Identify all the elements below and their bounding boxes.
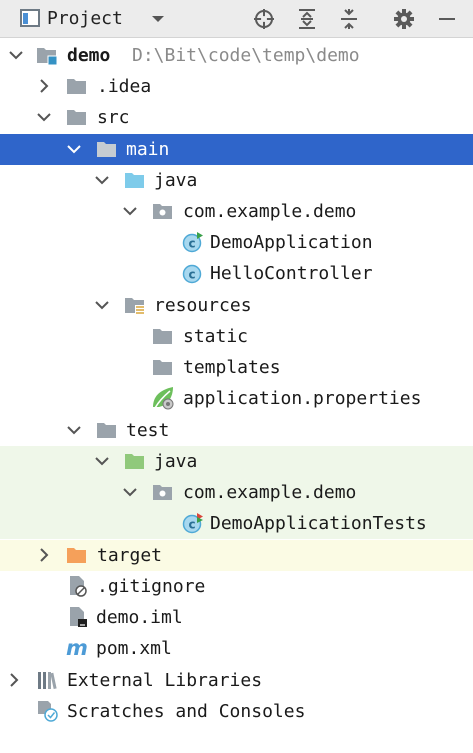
chevron-down-icon[interactable]: [8, 46, 24, 64]
tree-node-main-package[interactable]: com.example.demo: [0, 196, 473, 227]
minimize-icon[interactable]: [436, 0, 458, 38]
svg-text:m: m: [66, 637, 88, 659]
folder-icon: [66, 106, 88, 128]
tree-label: HelloController: [210, 263, 373, 284]
maven-icon: m: [66, 637, 92, 659]
tree-node-static[interactable]: static: [0, 321, 473, 352]
tree-node-scratches-and-consoles[interactable]: Scratches and Consoles: [0, 696, 473, 727]
project-path: D:\Bit\code\temp\demo: [132, 45, 360, 66]
excluded-folder-icon: [66, 544, 88, 566]
chevron-right-icon[interactable]: [36, 77, 52, 95]
tree-node-templates[interactable]: templates: [0, 352, 473, 383]
tree-label: templates: [183, 357, 281, 378]
tree-node-test-java[interactable]: java: [0, 446, 473, 477]
tree-node-main[interactable]: main: [0, 134, 473, 165]
tree-label: application.properties: [183, 388, 422, 409]
resources-folder-icon: [124, 294, 146, 316]
package-icon: [152, 481, 174, 503]
chevron-right-icon[interactable]: [6, 671, 22, 689]
tree-node-gitignore[interactable]: .gitignore: [0, 571, 473, 602]
tree-label: java: [154, 170, 198, 191]
folder-icon: [152, 325, 174, 347]
tree-label: src: [97, 107, 130, 128]
spring-boot-class-icon: c: [182, 231, 204, 253]
tree-node-main-java[interactable]: java: [0, 165, 473, 196]
svg-text:c: c: [188, 237, 195, 251]
tree-label: pom.xml: [96, 638, 172, 659]
tree-node-target[interactable]: target: [0, 540, 473, 571]
libraries-icon: [37, 669, 59, 691]
chevron-down-icon[interactable]: [66, 140, 82, 158]
chevron-down-icon[interactable]: [36, 108, 52, 126]
chevron-down-icon[interactable]: [122, 483, 138, 501]
tree-label: External Libraries: [67, 670, 263, 691]
tree-node-demo-application[interactable]: c DemoApplication: [0, 227, 473, 258]
tree-label: com.example.demo: [183, 482, 357, 503]
tree-node-application-properties[interactable]: application.properties: [0, 383, 473, 414]
tree-label: java: [154, 451, 198, 472]
tree-label: resources: [154, 295, 252, 316]
test-class-icon: c: [182, 512, 204, 534]
svg-text:c: c: [188, 518, 195, 532]
chevron-down-icon[interactable]: [94, 296, 110, 314]
folder-icon: [66, 75, 88, 97]
tree-label: DemoApplication: [210, 232, 373, 253]
test-source-folder-icon: [124, 450, 146, 472]
tree-label: .gitignore: [97, 576, 206, 597]
tree-node-demo-application-tests[interactable]: c DemoApplicationTests: [0, 508, 473, 539]
tree-label: static: [183, 326, 249, 347]
package-icon: [152, 200, 174, 222]
expand-all-icon[interactable]: [296, 0, 318, 38]
source-folder-icon: [124, 169, 146, 191]
project-view-icon: [20, 9, 40, 27]
chevron-down-icon[interactable]: [66, 421, 82, 439]
tree-label: com.example.demo: [183, 201, 357, 222]
collapse-all-icon[interactable]: [338, 0, 360, 38]
view-dropdown-chevron-icon[interactable]: [150, 8, 166, 28]
tree-node-test[interactable]: test: [0, 415, 473, 446]
folder-icon: [96, 419, 118, 441]
tree-node-resources[interactable]: resources: [0, 290, 473, 321]
tree-label: target: [97, 545, 163, 566]
tree-label: .idea: [97, 76, 152, 97]
folder-icon: [96, 138, 118, 160]
svg-text:c: c: [188, 268, 195, 282]
gear-icon[interactable]: [393, 0, 415, 38]
scratches-icon: [37, 700, 59, 722]
tree-node-idea[interactable]: .idea: [0, 71, 473, 102]
tree-node-src[interactable]: src: [0, 102, 473, 133]
iml-file-icon: [67, 606, 89, 628]
chevron-right-icon[interactable]: [36, 546, 52, 564]
tree-node-demo-iml[interactable]: demo.iml: [0, 602, 473, 633]
tree-node-test-package[interactable]: com.example.demo: [0, 477, 473, 508]
tree-label: demo: [67, 45, 111, 66]
tree-node-pom-xml[interactable]: m pom.xml: [0, 633, 473, 664]
module-folder-icon: [36, 44, 58, 66]
tree-label: main: [126, 139, 170, 160]
project-toolbar: Project: [0, 0, 473, 38]
spring-properties-icon: [151, 385, 177, 411]
chevron-down-icon[interactable]: [122, 202, 138, 220]
tree-node-hello-controller[interactable]: c HelloController: [0, 258, 473, 289]
class-icon: c: [182, 262, 204, 284]
ignore-file-icon: [67, 575, 89, 597]
locate-icon[interactable]: [252, 0, 276, 38]
tree-label: test: [126, 420, 170, 441]
project-view-title[interactable]: Project: [47, 0, 123, 38]
chevron-down-icon[interactable]: [94, 171, 110, 189]
tree-node-external-libraries[interactable]: External Libraries: [0, 665, 473, 696]
chevron-down-icon[interactable]: [94, 452, 110, 470]
folder-icon: [152, 356, 174, 378]
tree-label: demo.iml: [96, 607, 183, 628]
tree-label: Scratches and Consoles: [67, 701, 306, 722]
tree-label: DemoApplicationTests: [210, 513, 427, 534]
tree-node-demo[interactable]: demo D:\Bit\code\temp\demo: [0, 40, 473, 71]
